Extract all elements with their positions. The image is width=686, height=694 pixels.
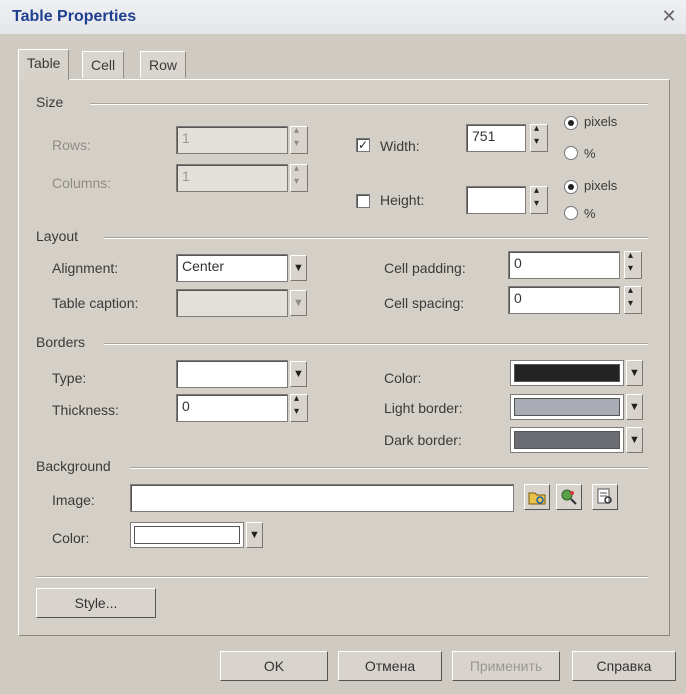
height-percent-label: % — [584, 206, 596, 221]
style-divider — [36, 576, 648, 578]
width-spinner[interactable] — [530, 123, 548, 152]
ok-button[interactable]: OK — [220, 651, 328, 681]
dark-border-label: Dark border: — [384, 432, 462, 448]
width-pixels-radio[interactable] — [564, 116, 578, 130]
image-path-field[interactable] — [130, 484, 514, 512]
title-bar: Table Properties ✕ — [0, 0, 686, 34]
thickness-spinner[interactable] — [290, 393, 308, 422]
border-type-select[interactable] — [176, 360, 288, 388]
cell-padding-label: Cell padding: — [384, 260, 466, 276]
alignment-label: Alignment: — [52, 260, 119, 276]
borders-divider — [104, 343, 648, 345]
alignment-select[interactable]: Center — [176, 254, 288, 282]
thickness-label: Thickness: — [52, 402, 119, 418]
width-checkbox[interactable]: ✓ — [356, 138, 370, 152]
cell-spacing-label: Cell spacing: — [384, 295, 465, 311]
columns-field[interactable]: 1 — [176, 164, 288, 192]
border-color-swatch[interactable] — [510, 360, 624, 386]
layout-heading: Layout — [36, 228, 79, 244]
caption-dropdown-icon[interactable]: ▼ — [290, 290, 307, 316]
height-percent-radio[interactable] — [564, 206, 578, 220]
table-caption-label: Table caption: — [52, 295, 139, 311]
light-border-fill — [514, 398, 620, 416]
width-field[interactable]: 751 — [466, 124, 526, 152]
help-button[interactable]: Справка — [572, 651, 676, 681]
cell-spacing-spinner[interactable] — [624, 285, 642, 314]
tab-table[interactable]: Table — [18, 49, 70, 80]
alignment-dropdown-icon[interactable]: ▼ — [290, 255, 307, 281]
height-field[interactable] — [466, 186, 526, 214]
background-color-fill — [134, 526, 240, 544]
background-color-label: Color: — [52, 530, 90, 546]
light-border-swatch[interactable] — [510, 394, 624, 420]
dark-border-fill — [514, 431, 620, 449]
width-pixels-label: pixels — [584, 114, 618, 129]
image-label: Image: — [52, 492, 95, 508]
width-label: Width: — [380, 138, 420, 154]
style-button[interactable]: Style... — [36, 588, 156, 618]
size-divider — [90, 103, 648, 105]
cell-spacing-field[interactable]: 0 — [508, 286, 620, 314]
border-type-dropdown-icon[interactable]: ▼ — [290, 361, 307, 387]
columns-spinner[interactable] — [290, 163, 308, 192]
rows-field[interactable]: 1 — [176, 126, 288, 154]
tab-cell[interactable]: Cell — [82, 51, 125, 78]
borders-heading: Borders — [36, 334, 86, 350]
background-divider — [130, 467, 648, 469]
layout-divider — [104, 237, 648, 239]
tab-row[interactable]: Row — [140, 51, 187, 78]
cell-padding-field[interactable]: 0 — [508, 251, 620, 279]
rows-label: Rows: — [52, 137, 91, 153]
height-label: Height: — [380, 192, 425, 208]
size-heading: Size — [36, 94, 64, 110]
background-color-swatch[interactable] — [130, 522, 244, 548]
height-pixels-label: pixels — [584, 178, 618, 193]
width-percent-radio[interactable] — [564, 146, 578, 160]
table-tab-panel — [18, 79, 670, 636]
cell-padding-spinner[interactable] — [624, 250, 642, 279]
close-icon[interactable]: ✕ — [660, 7, 678, 25]
width-percent-label: % — [584, 146, 596, 161]
border-color-dropdown-icon[interactable]: ▼ — [626, 360, 643, 386]
border-color-label: Color: — [384, 370, 422, 386]
background-heading: Background — [36, 458, 111, 474]
background-color-dropdown-icon[interactable]: ▼ — [246, 522, 263, 548]
cancel-button[interactable]: Отмена — [338, 651, 442, 681]
dark-border-swatch[interactable] — [510, 427, 624, 453]
height-spinner[interactable] — [530, 185, 548, 214]
dark-border-dropdown-icon[interactable]: ▼ — [626, 427, 643, 453]
window-title: Table Properties — [12, 8, 137, 25]
height-checkbox[interactable] — [356, 194, 370, 208]
light-border-dropdown-icon[interactable]: ▼ — [626, 394, 643, 420]
height-pixels-radio[interactable] — [564, 180, 578, 194]
border-color-fill — [514, 364, 620, 382]
thickness-field[interactable]: 0 — [176, 394, 288, 422]
apply-button[interactable]: Применить — [452, 651, 560, 681]
columns-label: Columns: — [52, 175, 112, 191]
light-border-label: Light border: — [384, 400, 463, 416]
image-preview-icon[interactable] — [592, 484, 618, 510]
table-caption-select[interactable] — [176, 289, 288, 317]
type-label: Type: — [52, 370, 87, 386]
image-search-icon[interactable] — [556, 484, 582, 510]
rows-spinner[interactable] — [290, 125, 308, 154]
browse-folder-icon[interactable] — [524, 484, 550, 510]
